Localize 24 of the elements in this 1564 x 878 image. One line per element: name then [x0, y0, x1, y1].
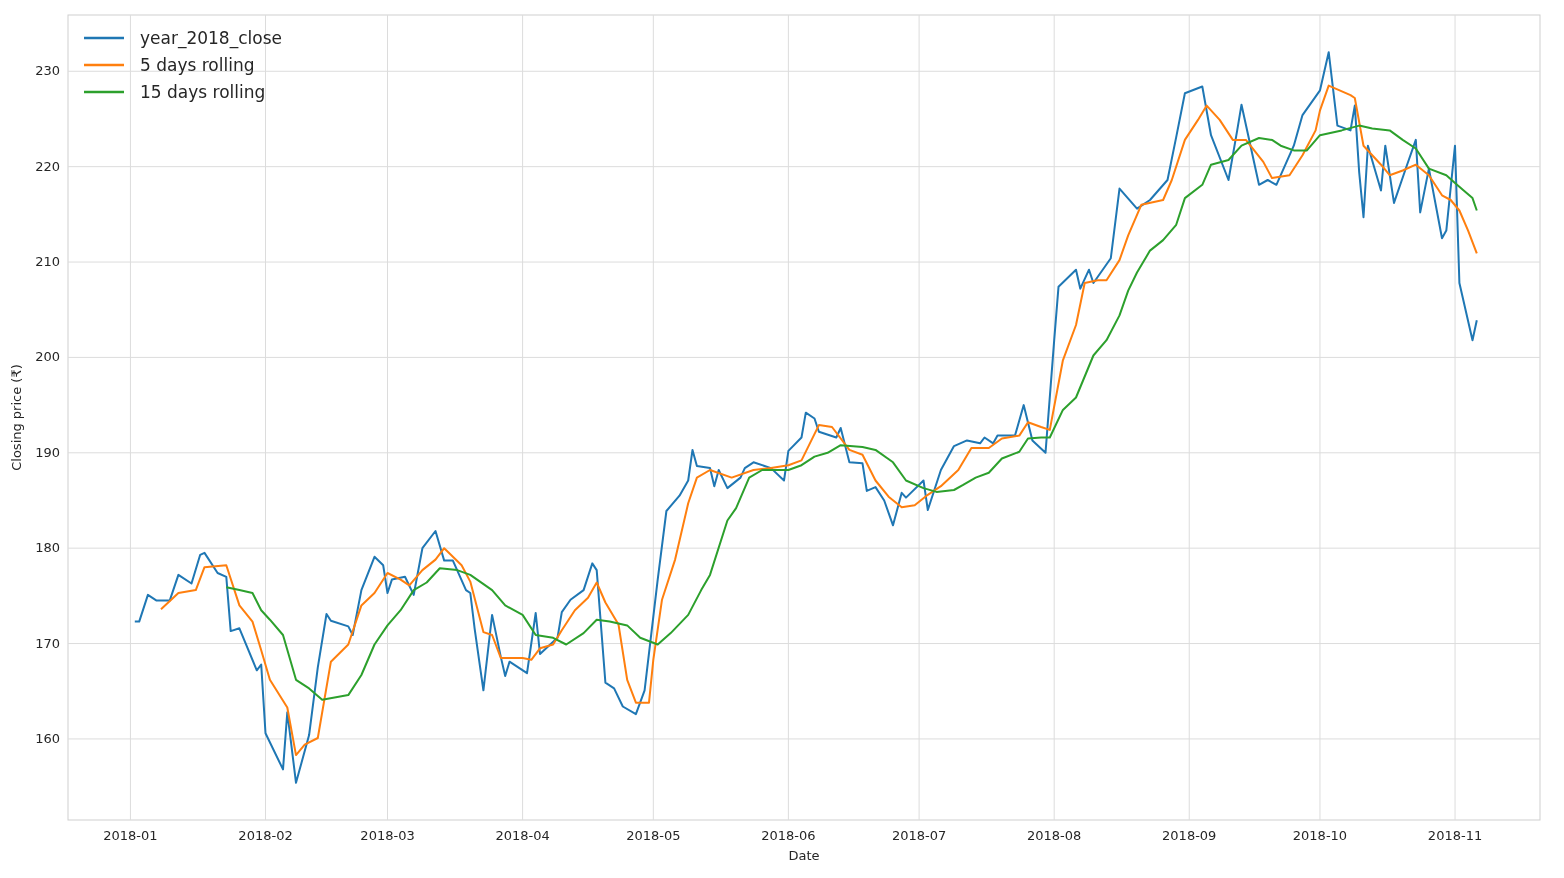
y-tick-label: 230: [35, 63, 60, 79]
legend-label: 15 days rolling: [140, 82, 266, 102]
y-tick-label: 190: [35, 444, 60, 460]
y-tick-label: 160: [35, 730, 60, 746]
x-tick-label: 2018-06: [761, 828, 816, 843]
y-tick-label: 170: [35, 635, 60, 651]
y-tick-label: 210: [35, 254, 60, 270]
x-tick-label: 2018-03: [360, 828, 415, 843]
x-tick-label: 2018-07: [891, 828, 947, 843]
y-tick-label: 220: [35, 158, 60, 174]
y-tick-label: 200: [35, 349, 60, 365]
x-tick-label: 2018-05: [626, 828, 681, 843]
y-tick-label: 180: [35, 540, 60, 556]
legend-label: 5 days rolling: [140, 55, 255, 75]
legend-label: year_2018_close: [140, 28, 282, 48]
x-tick-label: 2018-04: [495, 828, 550, 843]
x-axis-label: Date: [788, 848, 820, 863]
x-tick-label: 2018-09: [1162, 828, 1217, 843]
x-tick-label: 2018-10: [1292, 828, 1348, 843]
x-tick-label: 2018-02: [238, 828, 293, 843]
x-tick-label: 2018-01: [103, 828, 158, 843]
y-axis-label: Closing price (₹): [9, 364, 24, 471]
x-tick-label: 2018-08: [1027, 828, 1082, 843]
x-tick-label: 2018-11: [1427, 828, 1483, 843]
